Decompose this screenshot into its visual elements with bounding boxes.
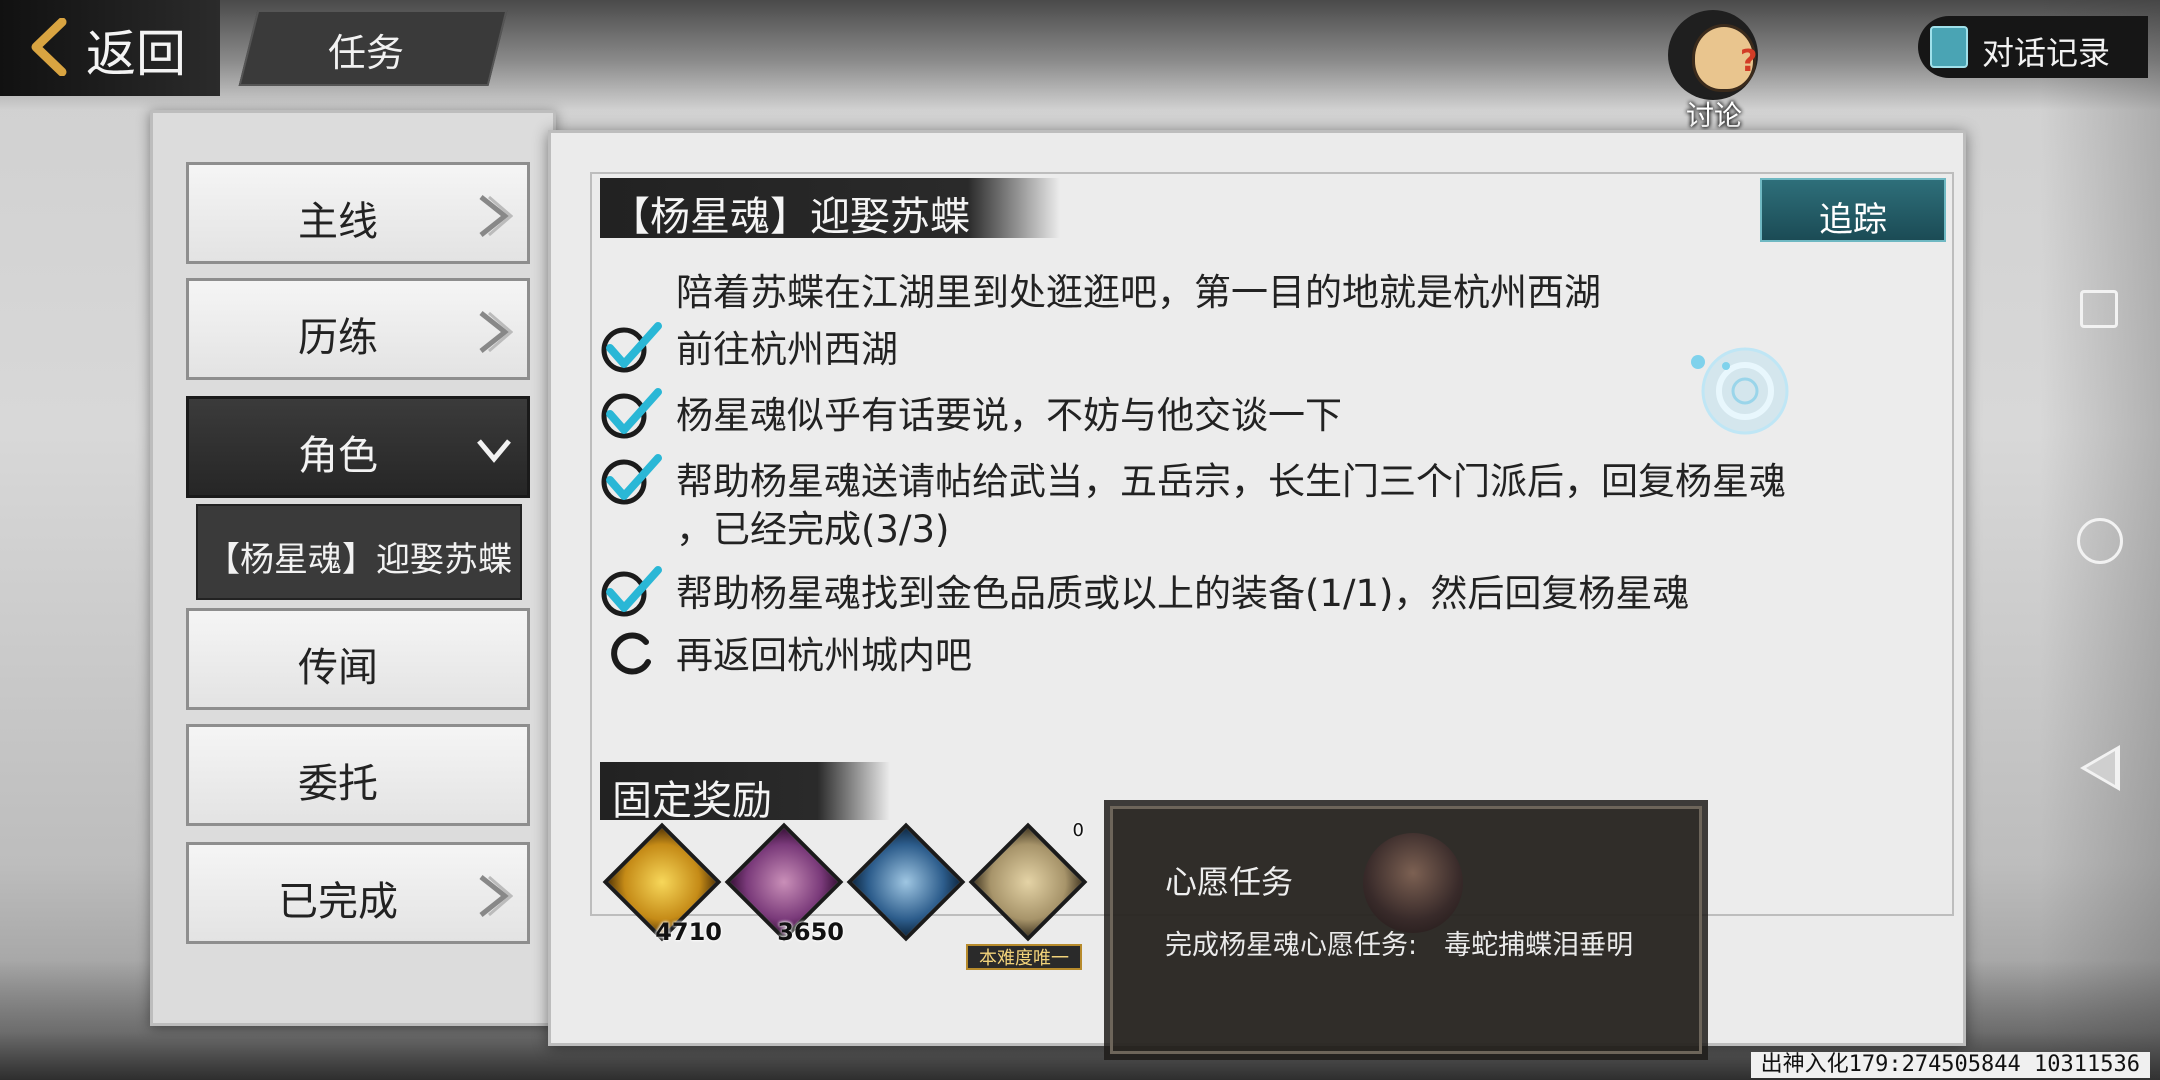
chevron-right-icon <box>479 195 513 237</box>
tab-rumors[interactable]: 传闻 <box>186 608 530 710</box>
objective-text: 再返回杭州城内吧 <box>676 634 972 677</box>
reward-title: 固定奖励 <box>612 778 772 824</box>
in-progress-ring-icon <box>611 632 651 675</box>
tooltip-title: 心愿任务 <box>1165 863 1294 901</box>
objective-text: 帮助杨星魂找到金色品质或以上的装备(1/1)，然后回复杨星魂 <box>676 572 1690 615</box>
tab-commissions[interactable]: 委托 <box>186 724 530 826</box>
chevron-right-icon <box>479 875 513 917</box>
home-button[interactable] <box>2077 518 2123 564</box>
checkmark-icon <box>601 322 662 373</box>
target-marker-icon <box>1691 347 1789 435</box>
quest-title: 【杨星魂】迎娶苏蝶 <box>610 194 970 240</box>
unique-tag: 本难度唯一 <box>966 944 1082 970</box>
tab-main-story[interactable]: 主线 <box>186 162 530 264</box>
dialog-log-button[interactable]: 对话记录 <box>1918 16 2148 78</box>
tab-label: 主线 <box>298 199 378 245</box>
tab-label: 传闻 <box>298 645 378 691</box>
tab-label: 角色 <box>298 433 378 479</box>
recent-apps-button[interactable] <box>2080 290 2118 328</box>
checkmark-icon <box>601 566 662 617</box>
reward-count: 3650 <box>777 918 844 946</box>
system-back-button[interactable] <box>2080 745 2120 791</box>
discuss-label: 讨论 <box>1686 99 1743 132</box>
tab-training[interactable]: 历练 <box>186 278 530 380</box>
question-mark-icon: ? <box>1740 44 1758 79</box>
reward-item[interactable]: 0 本难度唯一 <box>966 820 1088 970</box>
map-scroll-icon <box>968 822 1088 942</box>
tab-label: 历练 <box>298 315 378 361</box>
status-readout: 出神入化179:274505844 10311536 <box>1750 1052 2150 1078</box>
reward-count: 0 <box>1072 820 1084 841</box>
tab-label: 已完成 <box>278 879 398 925</box>
reward-item[interactable]: 4710 <box>602 822 722 946</box>
quest-description: 陪着苏蝶在江湖里到处逛逛吧，第一目的地就是杭州西湖 <box>676 271 1601 314</box>
checkmark-icon <box>601 454 662 505</box>
book-icon <box>846 822 966 942</box>
track-button[interactable]: 追踪 <box>1760 178 1946 242</box>
wish-quest-tooltip: 心愿任务 完成杨星魂心愿任务: 毒蛇捕蝶泪垂明 <box>1110 806 1702 1054</box>
book-icon <box>1930 26 1968 68</box>
page-title: 任务 <box>328 31 405 75</box>
tab-completed[interactable]: 已完成 <box>186 842 530 944</box>
tab-label: 委托 <box>298 761 378 807</box>
character-portrait <box>1363 833 1463 933</box>
reward-item[interactable] <box>846 822 966 942</box>
objective-text: 帮助杨星魂送请帖给武当，五岳宗，长生门三个门派后，回复杨星魂 <box>676 460 1786 503</box>
tab-character[interactable]: 角色 <box>186 396 530 498</box>
sub-item-label: 【杨星魂】迎娶苏蝶 <box>206 540 512 580</box>
discuss-button[interactable]: ? 讨论 <box>1660 10 1770 132</box>
objective-text-continued: ，已经完成(3/3) <box>676 508 950 551</box>
objective-text: 前往杭州西湖 <box>676 328 898 371</box>
chevron-left-icon <box>31 18 67 76</box>
reward-item[interactable]: 3650 <box>724 822 844 946</box>
back-label: 返回 <box>86 25 186 83</box>
reward-count: 4710 <box>655 918 722 946</box>
objective-text: 杨星魂似乎有话要说，不妨与他交谈一下 <box>676 394 1342 437</box>
chevron-right-icon <box>479 311 513 353</box>
chevron-down-icon <box>477 439 511 463</box>
back-button[interactable]: 返回 <box>0 0 220 96</box>
track-label: 追踪 <box>1819 200 1887 240</box>
sub-item-quest[interactable]: 【杨星魂】迎娶苏蝶 <box>196 504 522 600</box>
dialog-log-label: 对话记录 <box>1982 34 2111 72</box>
checkmark-icon <box>601 388 662 439</box>
tooltip-body: 完成杨星魂心愿任务: 毒蛇捕蝶泪垂明 <box>1165 930 1634 961</box>
